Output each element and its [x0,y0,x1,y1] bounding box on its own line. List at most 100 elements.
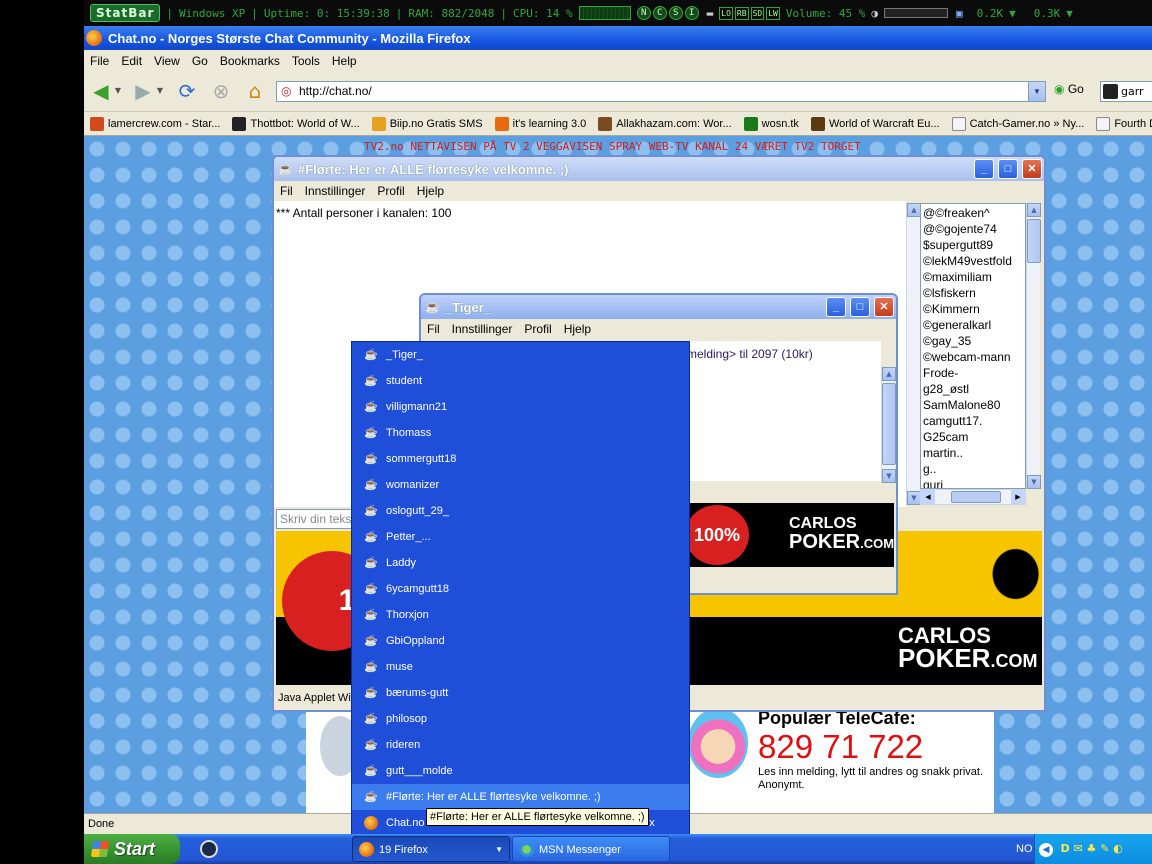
user-item[interactable]: martin.. [923,445,1023,461]
user-item[interactable]: G25cam [923,429,1023,445]
scroll-down-icon[interactable]: ▼ [882,469,896,483]
stop-button[interactable]: ⊗ [208,80,234,104]
chat-window-titlebar[interactable]: ☕ #Flørte: Her er ALLE flørtesyke velkom… [274,157,1044,181]
tv2-links[interactable]: TV2.no NETTAVISEN PÅ TV 2 VEGGAVISEN SPR… [364,140,861,153]
statbar-button-s[interactable]: S [668,6,683,20]
volume-slider[interactable] [883,8,948,18]
statbar-button-n[interactable]: N [636,6,651,20]
menu-go[interactable]: Go [192,54,208,68]
bookmark-item[interactable]: Catch-Gamer.no » Ny... [951,116,1084,131]
user-list-scrollbar[interactable]: ▲ ▼ [1026,203,1041,489]
drive-lo[interactable]: LO [719,6,733,20]
private-chat-titlebar[interactable]: ☕ _Tiger_ _ □ ✕ [421,295,896,319]
bookmark-item[interactable]: it's learning 3.0 [494,116,586,131]
bookmark-item[interactable]: wosn.tk [743,116,799,131]
popup-item-highlighted[interactable]: ☕ #Flørte: Her er ALLE flørtesyke velkomn… [352,784,689,810]
popup-item[interactable]: ☕ bærums-gutt [352,680,689,706]
back-button[interactable]: ◀ [88,80,114,104]
taskbar-button-firefox[interactable]: 19 Firefox ▼ [352,836,510,862]
scroll-down-icon[interactable]: ▼ [1027,475,1041,489]
scroll-left-icon[interactable]: ◀ [921,490,935,504]
speaker-icon[interactable]: ◑ [871,7,878,20]
reload-button[interactable]: ⟳ [174,80,200,104]
menu-bookmarks[interactable]: Bookmarks [220,54,280,68]
drive-rb[interactable]: RB [734,6,749,20]
menu-edit[interactable]: Edit [121,54,142,68]
menu-help[interactable]: Help [332,54,357,68]
menu-hjelp[interactable]: Hjelp [564,322,591,336]
user-item[interactable]: Frode- [923,365,1023,381]
minimize-button[interactable]: _ [826,297,846,317]
popup-item[interactable]: ☕ GbiOppland [352,628,689,654]
menu-innstillinger[interactable]: Innstillinger [452,322,513,336]
menu-fil[interactable]: Fil [280,184,293,198]
tray-expand-icon[interactable]: ◀ [1039,843,1053,857]
popup-item[interactable]: ☕ Thomass [352,420,689,446]
chat-scrollbar[interactable]: ▲ ▼ [906,203,921,505]
scroll-thumb[interactable] [1027,219,1041,263]
drive-sd[interactable]: SD [750,6,765,20]
menu-tools[interactable]: Tools [292,54,320,68]
popup-item[interactable]: ☕ muse [352,654,689,680]
popup-item[interactable]: ☕ rideren [352,732,689,758]
user-item[interactable]: ©Kimmern [923,301,1023,317]
user-item[interactable]: ©gay_35 [923,333,1023,349]
popup-item[interactable]: ☕ sommergutt18 [352,446,689,472]
close-button[interactable]: ✕ [1022,159,1042,179]
menu-profil[interactable]: Profil [524,322,551,336]
forward-button[interactable]: ▶ [130,80,156,104]
home-button[interactable]: ⌂ [242,80,268,104]
popup-item[interactable]: ☕ Petter_... [352,524,689,550]
bookmark-item[interactable]: Fourth Da [1096,116,1152,131]
user-item[interactable]: @©freaken^ [923,205,1023,221]
search-engine-icon[interactable] [1103,84,1118,99]
url-field[interactable]: ◎ http://chat.no/ ▼ [276,81,1046,102]
close-button[interactable]: ✕ [874,297,894,317]
user-item[interactable]: g28_østl [923,381,1023,397]
user-item[interactable]: g.. [923,461,1023,477]
menu-hjelp[interactable]: Hjelp [417,184,444,198]
quicklaunch-steam-icon[interactable] [200,840,218,858]
back-dropdown-icon[interactable]: ▼ [112,80,124,104]
user-item[interactable]: ©lekM49vestfold [923,253,1023,269]
user-list[interactable]: @©freaken^ @©gojente74 $supergutt89 ©lek… [920,203,1026,489]
bookmark-item[interactable]: World of Warcraft Eu... [810,116,940,131]
menu-innstillinger[interactable]: Innstillinger [305,184,366,198]
statbar-logo[interactable]: StatBar [90,4,161,22]
popup-item[interactable]: ☕ Thorxjon [352,602,689,628]
private-chat-scrollbar[interactable]: ▲ ▼ [881,367,896,483]
url-dropdown-icon[interactable]: ▼ [1028,82,1045,101]
popup-item[interactable]: ☕ philosop [352,706,689,732]
tray-app-icons[interactable]: D ✉ ♣ ✎ ◐ [1061,834,1123,864]
scroll-up-icon[interactable]: ▲ [907,203,921,217]
maximize-button[interactable]: □ [998,159,1018,179]
menu-view[interactable]: View [154,54,180,68]
search-field[interactable]: garr [1100,81,1152,102]
popup-item[interactable]: ☕ villigmann21 [352,394,689,420]
scroll-up-icon[interactable]: ▲ [1027,203,1041,217]
scroll-thumb[interactable] [882,383,896,465]
scroll-thumb[interactable] [951,491,1001,503]
keyboard-language[interactable]: NO [1016,834,1033,864]
menu-profil[interactable]: Profil [377,184,404,198]
user-item[interactable]: ©maximiliam [923,269,1023,285]
popup-item[interactable]: ☕ oslogutt_29_ [352,498,689,524]
scroll-down-icon[interactable]: ▼ [907,491,921,505]
statbar-button-i[interactable]: I [684,6,699,20]
maximize-button[interactable]: □ [850,297,870,317]
scroll-right-icon[interactable]: ▶ [1011,490,1025,504]
drive-lw[interactable]: LW [766,6,780,20]
minimize-button[interactable]: _ [974,159,994,179]
popup-item[interactable]: ☕ 6ycamgutt18 [352,576,689,602]
popup-item[interactable]: ☕ Laddy [352,550,689,576]
user-item[interactable]: guri [923,477,1023,488]
user-item[interactable]: $supergutt89 [923,237,1023,253]
popup-item[interactable]: ☕ womanizer [352,472,689,498]
drive-icon[interactable]: ▬ [707,7,714,20]
bookmark-item[interactable]: Thottbot: World of W... [232,116,360,131]
user-item[interactable]: ©webcam-mann [923,349,1023,365]
scroll-up-icon[interactable]: ▲ [882,367,896,381]
forward-dropdown-icon[interactable]: ▼ [154,80,166,104]
popup-item[interactable]: ☕ _Tiger_ [352,342,689,368]
user-item[interactable]: SamMalone80 [923,397,1023,413]
